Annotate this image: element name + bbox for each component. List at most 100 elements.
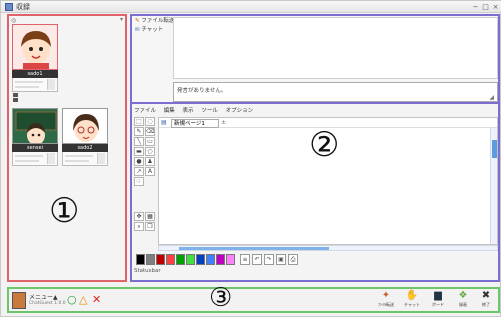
editor-menubar: ファイル 編集 表示 ツール オプション bbox=[134, 106, 259, 115]
mic-icon bbox=[13, 93, 18, 97]
whiteboard-pane: ファイル 編集 表示 ツール オプション ⬚ ◌ ✎ ⌫ ╲ ▭ ▬ ○ ● ♟… bbox=[130, 104, 500, 282]
tab-document[interactable]: 新規ページ1 bbox=[171, 119, 219, 128]
doc-icon: ▤ bbox=[161, 119, 167, 126]
line-tool-icon[interactable]: ╲ bbox=[134, 137, 144, 146]
user-name: sado1 bbox=[12, 70, 58, 78]
record-icon: ❖ bbox=[458, 290, 468, 301]
panel-collapse-icon[interactable]: ▾ bbox=[120, 16, 123, 23]
chat-input[interactable]: 発言がありません。 bbox=[173, 82, 498, 102]
user-name: sensei bbox=[12, 144, 58, 152]
color-swatch[interactable] bbox=[206, 254, 215, 265]
annotation-marker-2: ② bbox=[309, 125, 340, 165]
chat-side-tabs: ✎ ファイル転送 ✉ チャット bbox=[133, 17, 175, 102]
zoom-tool-icon[interactable]: ⌕ bbox=[134, 222, 144, 231]
action-label: ボード bbox=[432, 302, 444, 307]
version-label: ChatGuest 1.0.0 bbox=[29, 301, 66, 306]
window-title: 収録 bbox=[16, 3, 30, 11]
chat-panel: ✎ ファイル転送 ✉ チャット 発言がありません。 ◢ bbox=[130, 14, 500, 104]
hand-icon: ✋ bbox=[405, 290, 419, 301]
menu-button[interactable]: メニュー▲ bbox=[29, 292, 58, 301]
color-swatch[interactable] bbox=[196, 254, 205, 265]
menu-edit[interactable]: 編集 bbox=[164, 108, 175, 114]
chat-button[interactable]: ✋ チャット bbox=[401, 290, 423, 312]
tab-file-transfer[interactable]: ✎ ファイル転送 bbox=[133, 17, 175, 26]
status-ok-icon[interactable]: ○ bbox=[67, 293, 77, 306]
app-icon bbox=[5, 3, 13, 11]
close-button[interactable]: × bbox=[491, 3, 500, 11]
layers-tool-icon[interactable]: ❐ bbox=[145, 222, 155, 231]
print-icon[interactable]: ⎙ bbox=[288, 254, 298, 265]
color-swatch[interactable] bbox=[216, 254, 225, 265]
user-card[interactable]: sado2 bbox=[62, 108, 108, 166]
camera-icon bbox=[13, 98, 18, 102]
rect-fill-tool-icon[interactable]: ▬ bbox=[134, 147, 144, 156]
record-button[interactable]: ❖ 録画 bbox=[452, 290, 474, 312]
user-panel: ◎ ▾ sado1 sensei sado2 ① bbox=[7, 14, 127, 282]
color-swatch[interactable] bbox=[146, 254, 155, 265]
user-meter bbox=[12, 152, 58, 166]
menu-tools[interactable]: ツール bbox=[201, 108, 218, 114]
color-swatch[interactable] bbox=[186, 254, 195, 265]
action-label: 終了 bbox=[482, 302, 490, 307]
vertical-scrollbar[interactable] bbox=[490, 128, 497, 244]
title-bar: 収録 − □ × bbox=[1, 1, 501, 13]
status-warning-icon[interactable]: △ bbox=[79, 293, 87, 306]
user-meter bbox=[62, 152, 108, 166]
maximize-button[interactable]: □ bbox=[481, 3, 490, 11]
file-transfer-button[interactable]: ✦ ﾌｧｲﾙ転送 bbox=[375, 290, 397, 312]
user-name: sado2 bbox=[62, 144, 108, 152]
fill-tool-icon[interactable]: ● bbox=[134, 157, 144, 166]
color-swatch[interactable] bbox=[226, 254, 235, 265]
horizontal-scrollbar[interactable] bbox=[158, 245, 498, 251]
action-label: 録画 bbox=[459, 302, 467, 307]
exit-button[interactable]: ✖ 終了 bbox=[475, 290, 497, 312]
doc-tab-close-icon[interactable]: ± bbox=[221, 119, 226, 126]
minimize-button[interactable]: − bbox=[471, 3, 480, 11]
image-tool-icon[interactable]: ▦ bbox=[145, 212, 155, 221]
color-swatch[interactable] bbox=[156, 254, 165, 265]
avatar[interactable] bbox=[12, 292, 26, 309]
redo-icon[interactable]: ↷ bbox=[264, 254, 274, 265]
user-card[interactable]: sensei bbox=[12, 108, 58, 166]
undo-icon[interactable]: ↶ bbox=[252, 254, 262, 265]
save-page-icon[interactable]: ▣ bbox=[276, 254, 286, 265]
color-swatch[interactable] bbox=[166, 254, 175, 265]
panel-grip-icon: ◎ bbox=[11, 17, 17, 24]
color-swatch[interactable] bbox=[176, 254, 185, 265]
stamp-tool-icon[interactable]: ♟ bbox=[145, 157, 155, 166]
ellipse-tool-icon[interactable]: ○ bbox=[145, 147, 155, 156]
menu-file[interactable]: ファイル bbox=[134, 108, 156, 114]
rect-outline-tool-icon[interactable]: ▭ bbox=[145, 137, 155, 146]
menu-options[interactable]: オプション bbox=[226, 108, 254, 114]
file-transfer-icon: ✎ bbox=[135, 18, 140, 24]
tab-label: ファイル転送 bbox=[141, 18, 175, 24]
tab-chat[interactable]: ✉ チャット bbox=[133, 26, 171, 35]
bottom-bar: メニュー▲ ChatGuest 1.0.0 ○ △ ✕ ③ ✦ ﾌｧｲﾙ転送 ✋… bbox=[7, 283, 500, 313]
text-tool-icon[interactable]: A bbox=[145, 167, 155, 176]
status-bar: Statusbar bbox=[134, 268, 161, 274]
select-tool-icon[interactable]: ⬚ bbox=[134, 117, 144, 126]
annotation-marker-1: ① bbox=[49, 191, 80, 231]
chat-log bbox=[173, 17, 498, 79]
tab-label: チャット bbox=[141, 27, 164, 33]
resize-grip-icon[interactable]: ◢ bbox=[489, 94, 494, 101]
annotation-marker-3: ③ bbox=[209, 283, 233, 313]
user-card[interactable]: sado1 bbox=[12, 24, 58, 102]
avatar bbox=[62, 108, 108, 144]
line-width-icon[interactable]: ≡ bbox=[240, 254, 250, 265]
lasso-tool-icon[interactable]: ◌ bbox=[145, 117, 155, 126]
transfer-icon: ✦ bbox=[381, 290, 391, 301]
arrow-tool-icon[interactable]: ↗ bbox=[134, 167, 144, 176]
whiteboard-canvas[interactable]: ▤ 新規ページ1 ± ② bbox=[158, 117, 498, 245]
board-button[interactable]: ▆ ボード bbox=[427, 290, 449, 312]
drawing-toolbox: ⬚ ◌ ✎ ⌫ ╲ ▭ ▬ ○ ● ♟ ↗ A ☞ ✥ ▦ ⌕ ❐ bbox=[134, 117, 156, 257]
board-icon: ▆ bbox=[434, 290, 442, 301]
color-swatch[interactable] bbox=[136, 254, 145, 265]
user-meter bbox=[12, 78, 58, 92]
menu-view[interactable]: 表示 bbox=[183, 108, 194, 114]
pan-tool-icon[interactable]: ✥ bbox=[134, 212, 144, 221]
pointer-tool-icon[interactable]: ☞ bbox=[134, 177, 144, 186]
eraser-tool-icon[interactable]: ⌫ bbox=[145, 127, 155, 136]
status-busy-icon[interactable]: ✕ bbox=[92, 293, 101, 306]
pen-tool-icon[interactable]: ✎ bbox=[134, 127, 144, 136]
